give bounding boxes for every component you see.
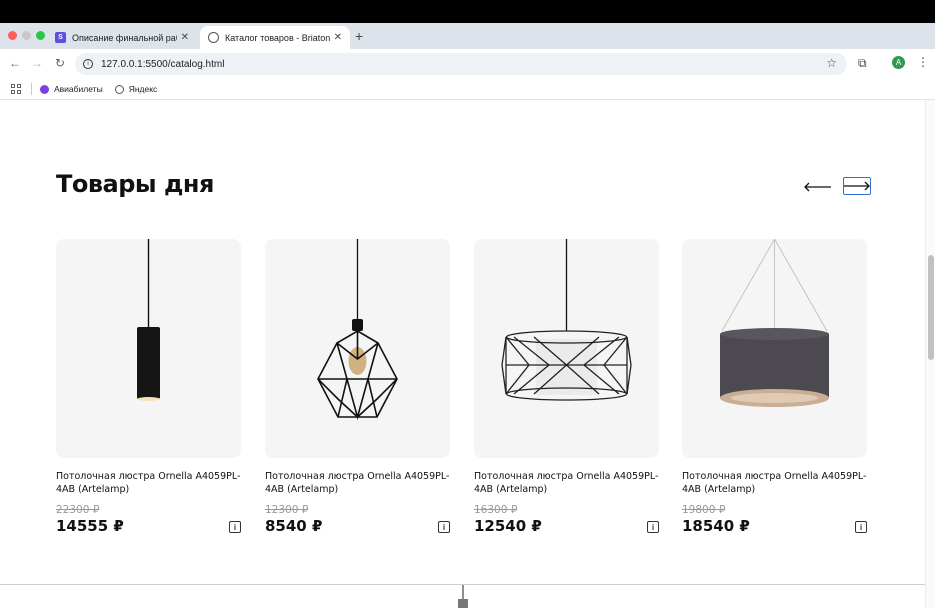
extensions-icon[interactable]: ⧉ [858, 56, 867, 71]
product-name[interactable]: Потолочная люстра Ornella A4059PL-4AB (A… [56, 470, 241, 496]
product-price: 12540 ₽ [474, 517, 542, 535]
product-price: 18540 ₽ [682, 517, 750, 535]
product-card[interactable]: Потолочная люстра Ornella A4059PL-4AB (A… [265, 239, 450, 535]
product-price: 14555 ₽ [56, 517, 124, 535]
address-bar: ← → ↻ i 127.0.0.1:5500/catalog.html ☆ ⧉ … [0, 49, 935, 79]
product-old-price: 12300 ₽ [265, 504, 309, 516]
system-top-bar [0, 0, 935, 23]
arrow-left-icon [804, 182, 831, 192]
product-old-price: 22300 ₽ [56, 504, 100, 516]
product-card[interactable]: Потолочная люстра Ornella A4059PL-4AB (A… [474, 239, 659, 535]
close-window-button[interactable] [8, 31, 17, 40]
bookmarks-bar: Авиабилеты Яндекс [0, 79, 935, 100]
back-arrow-icon[interactable]: ← [9, 56, 21, 70]
url-field[interactable]: i 127.0.0.1:5500/catalog.html ☆ [75, 53, 847, 75]
reload-icon[interactable]: ↻ [55, 56, 65, 70]
geometric-cage-pendant-icon [317, 239, 398, 421]
product-image[interactable] [682, 239, 867, 458]
globe-icon [114, 84, 124, 94]
product-old-price: 19800 ₽ [682, 504, 726, 516]
slider-prev-button[interactable] [803, 179, 833, 195]
bookmark-aviabilety[interactable]: Авиабилеты [40, 84, 103, 94]
bookmarks-separator [31, 83, 32, 95]
info-icon[interactable]: i [855, 521, 867, 533]
menu-icon[interactable]: ⋮ [917, 55, 929, 69]
avatar[interactable]: A [892, 56, 905, 69]
product-image[interactable] [56, 239, 241, 458]
arrow-right-icon [844, 181, 870, 191]
close-icon[interactable]: ✕ [334, 32, 342, 43]
tab-strip: S Описание финальной работы ✕ Каталог то… [0, 23, 935, 49]
fabric-drum-pendant-icon [720, 239, 829, 407]
bookmark-yandex[interactable]: Яндекс [114, 84, 158, 94]
product-card[interactable]: Потолочная люстра Ornella A4059PL-4AB (A… [56, 239, 241, 535]
new-tab-button[interactable]: + [355, 28, 363, 44]
page-scrollbar[interactable] [925, 100, 935, 608]
product-name[interactable]: Потолочная люстра Ornella A4059PL-4AB (A… [682, 470, 867, 496]
bookmark-label: Яндекс [128, 84, 158, 94]
maximize-window-button[interactable] [36, 31, 45, 40]
product-name[interactable]: Потолочная люстра Ornella A4059PL-4AB (A… [265, 470, 450, 496]
section-title: Товары дня [56, 170, 214, 198]
info-icon[interactable]: i [229, 521, 241, 533]
product-image[interactable] [265, 239, 450, 458]
tab-title: Описание финальной работы [72, 32, 177, 43]
tab-title: Каталог товаров - Briaton [225, 32, 330, 43]
scrollbar-thumb[interactable] [928, 255, 934, 360]
bookmark-label: Авиабилеты [54, 84, 103, 94]
product-old-price: 16300 ₽ [474, 504, 518, 516]
globe-icon [208, 32, 219, 43]
cylinder-pendant-icon [137, 239, 160, 401]
plane-icon [40, 84, 49, 94]
page-viewport: Товары дня Потолочная люстра Ornella A40… [0, 100, 935, 608]
product-card[interactable]: Потолочная люстра Ornella A4059PL-4AB (A… [682, 239, 867, 535]
lamp-peek-icon [458, 585, 468, 608]
slider-next-button[interactable] [843, 177, 871, 195]
product-price: 8540 ₽ [265, 517, 323, 535]
tab-catalog[interactable]: Каталог товаров - Briaton ✕ [200, 26, 350, 49]
product-name[interactable]: Потолочная люстра Ornella A4059PL-4AB (A… [474, 470, 659, 496]
url-text: 127.0.0.1:5500/catalog.html [101, 58, 225, 70]
apps-grid-icon[interactable] [11, 84, 21, 94]
wire-drum-pendant-icon [501, 239, 632, 401]
close-icon[interactable]: ✕ [181, 32, 189, 43]
tab-favicon-icon: S [55, 32, 66, 43]
info-icon[interactable]: i [438, 521, 450, 533]
info-icon[interactable]: i [647, 521, 659, 533]
site-info-icon[interactable]: i [83, 59, 93, 69]
window-controls [8, 31, 45, 40]
product-image[interactable] [474, 239, 659, 458]
forward-arrow-icon[interactable]: → [31, 56, 43, 70]
minimize-window-button[interactable] [22, 31, 31, 40]
tab-final-work[interactable]: S Описание финальной работы ✕ [47, 26, 197, 49]
star-icon[interactable]: ☆ [826, 56, 837, 70]
